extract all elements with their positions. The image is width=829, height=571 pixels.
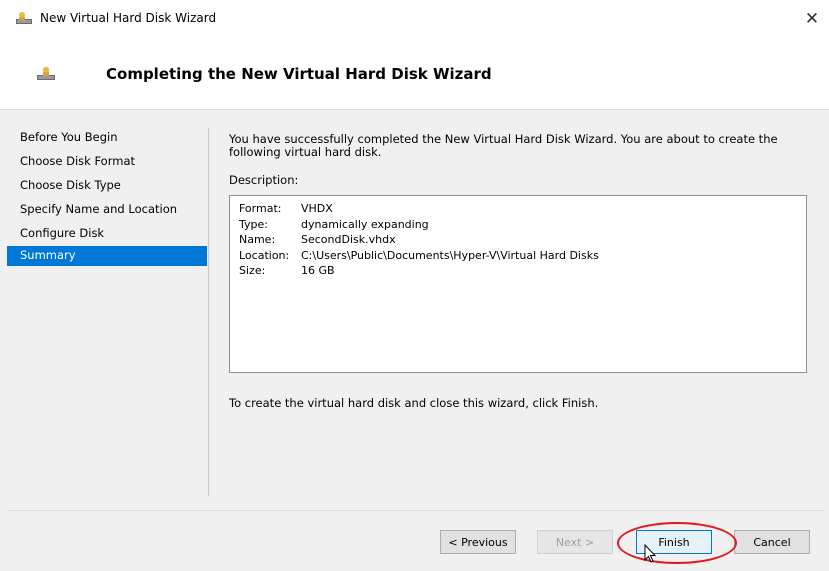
wizard-disk-icon — [37, 66, 55, 80]
mouse-cursor-icon — [644, 544, 657, 563]
nav-item-configure-disk[interactable]: Configure Disk — [7, 222, 207, 246]
title-bar: New Virtual Hard Disk Wizard ✕ — [0, 0, 829, 38]
summary-value: VHDX — [301, 202, 333, 215]
wizard-steps-nav: Before You Begin Choose Disk Format Choo… — [7, 126, 207, 266]
description-label: Description: — [229, 173, 299, 187]
nav-item-specify-name-location[interactable]: Specify Name and Location — [7, 198, 207, 222]
close-icon: ✕ — [804, 9, 820, 29]
summary-row: Type: dynamically expanding — [239, 217, 797, 233]
nav-divider — [208, 128, 209, 496]
wizard-disk-icon — [16, 12, 32, 24]
footer-divider — [7, 510, 823, 511]
nav-item-choose-disk-type[interactable]: Choose Disk Type — [7, 174, 207, 198]
summary-key: Size: — [239, 264, 266, 277]
summary-content: You have successfully completed the New … — [229, 132, 809, 410]
nav-item-before-you-begin[interactable]: Before You Begin — [7, 126, 207, 150]
page-header: Completing the New Virtual Hard Disk Wiz… — [0, 38, 829, 110]
cancel-button[interactable]: Cancel — [734, 530, 810, 554]
summary-key: Name: — [239, 233, 276, 246]
window-title: New Virtual Hard Disk Wizard — [40, 11, 217, 25]
summary-key: Type: — [239, 217, 268, 231]
summary-value: SecondDisk.vhdx — [301, 233, 396, 246]
intro-text: You have successfully completed the New … — [229, 132, 778, 159]
nav-item-choose-disk-format[interactable]: Choose Disk Format — [7, 150, 207, 174]
previous-button[interactable]: < Previous — [440, 530, 516, 554]
nav-item-summary[interactable]: Summary — [7, 246, 207, 266]
summary-key: Format: — [239, 202, 282, 215]
summary-box[interactable]: Format: VHDX Type: dynamically expanding… — [229, 195, 807, 373]
summary-row: Location: C:\Users\Public\Documents\Hype… — [239, 248, 797, 264]
summary-value: dynamically expanding — [301, 217, 429, 231]
close-button[interactable]: ✕ — [795, 4, 829, 34]
summary-value: 16 GB — [301, 264, 335, 277]
outro-text: To create the virtual hard disk and clos… — [229, 396, 599, 410]
summary-row: Format: VHDX — [239, 201, 797, 217]
summary-key: Location: — [239, 248, 290, 262]
summary-row: Size: 16 GB — [239, 263, 797, 279]
summary-row: Name: SecondDisk.vhdx — [239, 232, 797, 248]
next-button[interactable]: Next > — [537, 530, 613, 554]
summary-value: C:\Users\Public\Documents\Hyper-V\Virtua… — [301, 248, 599, 262]
page-title: Completing the New Virtual Hard Disk Wiz… — [106, 65, 492, 83]
wizard-window: New Virtual Hard Disk Wizard ✕ Completin… — [0, 0, 829, 571]
